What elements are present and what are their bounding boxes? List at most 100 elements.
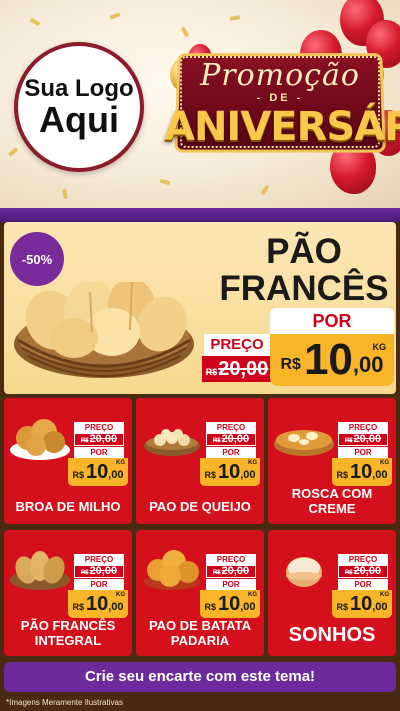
por-label: POR bbox=[74, 447, 124, 458]
product-card[interactable]: PREÇO R$ 20,00 POR R$ 10 ,00 KG ROSCA COM… bbox=[268, 398, 396, 524]
old-price-currency: R$ bbox=[80, 438, 89, 444]
disclaimer-text: *Imagens Meramente Ilustrativas bbox=[6, 698, 123, 707]
broa-de-milho-image bbox=[10, 419, 70, 460]
product-name: ROSCA COM CREME bbox=[291, 486, 373, 516]
old-price-value: 20,00 bbox=[89, 433, 118, 445]
product-name: PAO DE BATATA PADARIA bbox=[148, 618, 252, 648]
new-price: R$ 10 ,00 KG bbox=[332, 590, 392, 618]
new-price-decimal: ,00 bbox=[372, 469, 388, 481]
new-price-decimal: ,00 bbox=[108, 469, 124, 481]
product-name: SONHOS bbox=[288, 624, 376, 646]
old-price-currency: R$ bbox=[344, 570, 353, 576]
price-unit: KG bbox=[248, 460, 257, 466]
old-price-currency: R$ bbox=[80, 570, 89, 576]
old-price-value: 20,00 bbox=[353, 433, 382, 445]
new-price-integer: 10 bbox=[217, 593, 241, 615]
new-price-integer: 10 bbox=[85, 593, 109, 615]
preco-label: PREÇO bbox=[206, 422, 256, 433]
old-price-currency: R$ bbox=[205, 367, 218, 377]
confetti-decoration bbox=[229, 15, 241, 21]
new-price-integer: 10 bbox=[349, 593, 373, 615]
old-price-value: 20,00 bbox=[89, 565, 118, 577]
old-price-currency: R$ bbox=[212, 570, 221, 576]
confetti-decoration bbox=[159, 178, 171, 186]
promo-connector: - DE - bbox=[256, 92, 304, 104]
new-price-integer: 10 bbox=[349, 461, 373, 483]
promo-subtitle: ANIVERSÁRIO bbox=[164, 104, 400, 150]
product-card[interactable]: PREÇO R$ 20,00 POR R$ 10 ,00 KG PAO DE QU… bbox=[136, 398, 264, 524]
product-card[interactable]: PREÇO R$ 20,00 POR R$ 10 ,00 KG PÃO FRANC… bbox=[4, 530, 132, 656]
pao-de-queijo-image bbox=[144, 429, 200, 456]
logo-text-line2: Aqui bbox=[39, 98, 119, 140]
product-name: PÃO FRANCÊS INTEGRAL bbox=[20, 618, 116, 648]
old-price: R$ 20,00 bbox=[338, 433, 388, 446]
old-price-value: 20,00 bbox=[353, 565, 382, 577]
new-price-decimal: ,00 bbox=[372, 601, 388, 613]
por-label: POR bbox=[270, 308, 394, 334]
new-price-currency: R$ bbox=[72, 470, 84, 480]
promo-title: Promoção bbox=[200, 58, 360, 93]
price-unit: KG bbox=[248, 592, 257, 598]
product-name: PAO DE QUEIJO bbox=[149, 498, 251, 514]
new-price-currency: R$ bbox=[72, 602, 84, 612]
old-price: R$ 20,00 bbox=[206, 433, 256, 446]
new-price: R$ 10 ,00 KG bbox=[270, 334, 394, 386]
preco-label: PREÇO bbox=[338, 422, 388, 433]
new-price-decimal: ,00 bbox=[108, 601, 124, 613]
price-unit: KG bbox=[380, 592, 389, 598]
pao-de-batata-image bbox=[144, 550, 200, 590]
old-price: R$ 20,00 bbox=[338, 565, 388, 578]
por-label: POR bbox=[74, 579, 124, 590]
old-price: R$ 20,00 bbox=[74, 565, 124, 578]
old-price: R$ 20,00 bbox=[202, 356, 272, 382]
preco-label: PREÇO bbox=[204, 334, 270, 356]
new-price: R$ 10 ,00 KG bbox=[332, 458, 392, 486]
por-label: POR bbox=[338, 579, 388, 590]
new-price-decimal: ,00 bbox=[240, 469, 256, 481]
confetti-decoration bbox=[62, 188, 68, 200]
old-price-currency: R$ bbox=[212, 438, 221, 444]
preco-label: PREÇO bbox=[74, 554, 124, 565]
rosca-com-creme-image bbox=[274, 430, 334, 456]
new-price-currency: R$ bbox=[336, 470, 348, 480]
new-price-currency: R$ bbox=[280, 356, 301, 373]
product-card[interactable]: PREÇO R$ 20,00 POR R$ 10 ,00 KG BROA DE M… bbox=[4, 398, 132, 524]
por-label: POR bbox=[338, 447, 388, 458]
product-grid: PREÇO R$ 20,00 POR R$ 10 ,00 KG BROA DE M… bbox=[4, 398, 396, 656]
new-price-currency: R$ bbox=[204, 470, 216, 480]
price-unit: KG bbox=[116, 460, 125, 466]
header-divider-strip bbox=[0, 208, 400, 222]
old-price-currency: R$ bbox=[344, 438, 353, 444]
preco-label: PREÇO bbox=[338, 554, 388, 565]
preco-label: PREÇO bbox=[74, 422, 124, 433]
product-name: BROA DE MILHO bbox=[15, 498, 121, 514]
new-price-integer: 10 bbox=[303, 335, 353, 384]
old-price: R$ 20,00 bbox=[206, 565, 256, 578]
confetti-decoration bbox=[29, 17, 41, 27]
new-price-decimal: ,00 bbox=[352, 352, 384, 377]
discount-badge: -50% bbox=[10, 232, 64, 286]
store-logo-placeholder[interactable]: Sua Logo Aqui bbox=[14, 42, 144, 172]
new-price-currency: R$ bbox=[336, 602, 348, 612]
new-price: R$ 10 ,00 KG bbox=[200, 590, 260, 618]
product-card[interactable]: PREÇO R$ 20,00 POR R$ 10 ,00 KG SONHOS bbox=[268, 530, 396, 656]
confetti-decoration bbox=[7, 147, 19, 157]
por-label: POR bbox=[206, 579, 256, 590]
confetti-decoration bbox=[109, 12, 121, 20]
pao-frances-integral-image bbox=[10, 551, 70, 590]
por-label: POR bbox=[206, 447, 256, 458]
price-unit: KG bbox=[372, 342, 387, 352]
old-price-value: 20,00 bbox=[218, 358, 269, 380]
create-flyer-button[interactable]: Crie seu encarte com este tema! bbox=[4, 662, 396, 692]
product-card[interactable]: PREÇO R$ 20,00 POR R$ 10 ,00 KG PAO DE BA… bbox=[136, 530, 264, 656]
new-price-decimal: ,00 bbox=[240, 601, 256, 613]
new-price: R$ 10 ,00 KG bbox=[68, 590, 128, 618]
confetti-decoration bbox=[260, 184, 270, 196]
header-banner: Sua Logo Aqui Promoção - DE - ANIVERSÁRI… bbox=[0, 0, 400, 208]
bread-basket-image bbox=[14, 282, 194, 378]
new-price-integer: 10 bbox=[217, 461, 241, 483]
old-price: R$ 20,00 bbox=[74, 433, 124, 446]
new-price-integer: 10 bbox=[85, 461, 109, 483]
new-price: R$ 10 ,00 KG bbox=[68, 458, 128, 486]
old-price-value: 20,00 bbox=[221, 433, 250, 445]
